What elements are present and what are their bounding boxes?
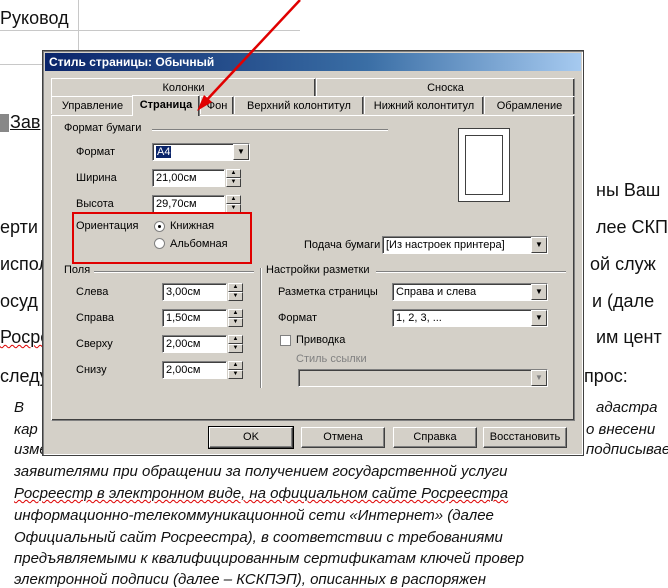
annotation-arrow-line	[202, 0, 301, 105]
annotation-arrow	[197, 0, 301, 111]
